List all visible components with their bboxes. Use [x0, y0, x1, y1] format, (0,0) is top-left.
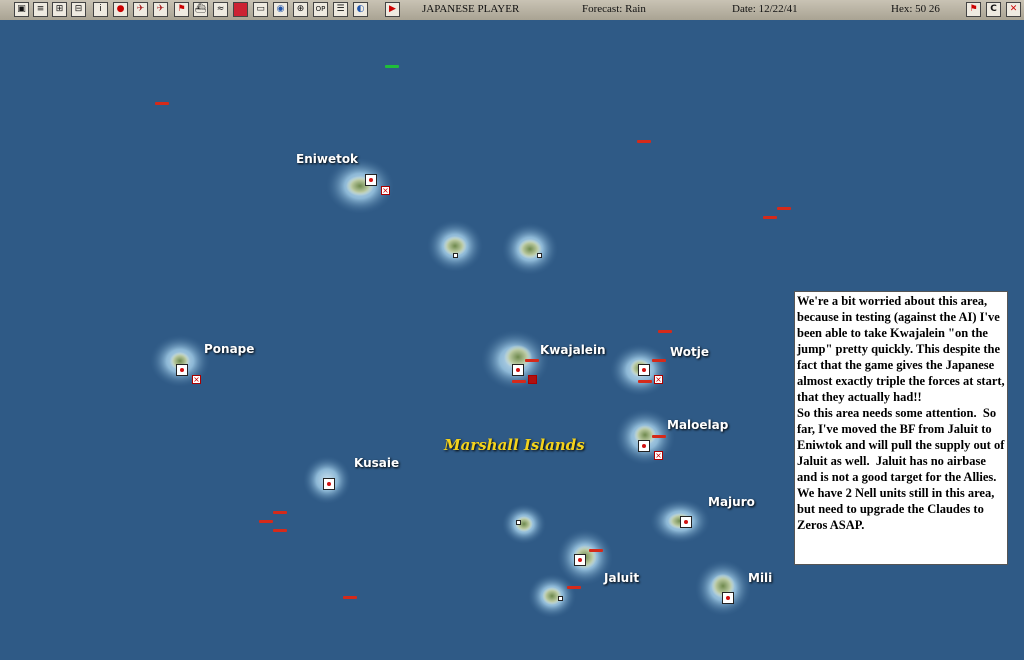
date-label: Date: 12/22/41	[732, 3, 798, 15]
player-label: JAPANESE PLAYER	[422, 3, 520, 15]
base-label-kusaie[interactable]: Kusaie	[354, 456, 399, 470]
end-turn-button[interactable]: ▶	[385, 2, 400, 17]
base-label-ponape[interactable]: Ponape	[204, 342, 254, 356]
carrier-button[interactable]	[233, 2, 248, 17]
ship-icon[interactable]	[777, 207, 791, 210]
report-button[interactable]: ≡	[33, 2, 48, 17]
airfield-icon[interactable]: ×	[381, 186, 390, 195]
enemy-ship-icon[interactable]	[385, 65, 399, 68]
map-overlay-button[interactable]: ◐	[353, 2, 368, 17]
base-marker-kusaie[interactable]	[323, 478, 335, 490]
ship-icon[interactable]	[512, 380, 526, 383]
ship-icon[interactable]	[638, 380, 652, 383]
base-marker-eniwetok[interactable]	[365, 174, 377, 186]
base-marker-kwajalein[interactable]	[512, 364, 524, 376]
airfield-icon[interactable]: ×	[192, 375, 201, 384]
cycle-button[interactable]: ⊟	[71, 2, 86, 17]
ship-icon[interactable]	[343, 596, 357, 599]
base-label-jaluit[interactable]: Jaluit	[604, 571, 639, 585]
base-marker-ponape[interactable]	[176, 364, 188, 376]
ground-button[interactable]: ◉	[273, 2, 288, 17]
mission-button[interactable]: ▭	[253, 2, 268, 17]
ship-icon[interactable]	[273, 511, 287, 514]
base-label-eniwetok[interactable]: Eniwetok	[296, 152, 358, 166]
toolbar: ▣ ≡ ⊞ ⊟ i ● ✈ ✈ ⚑ ⛴ ≈ ▭ ◉ ⊕ OP ☰ ◐ ▶ JAP…	[0, 0, 1024, 21]
submarine-button[interactable]: ≈	[213, 2, 228, 17]
base-label-maloelap[interactable]: Maloelap	[667, 418, 728, 432]
auto-button[interactable]: ⊕	[293, 2, 308, 17]
base-marker-wotje[interactable]	[638, 364, 650, 376]
hex-label: Hex: 50 26	[891, 3, 940, 15]
region-label: Marshall Islands	[444, 436, 585, 454]
dot-marker[interactable]	[516, 520, 521, 525]
dot-marker[interactable]	[453, 253, 458, 258]
airfield-icon[interactable]	[528, 375, 537, 384]
list-button[interactable]: ☰	[333, 2, 348, 17]
dot-marker[interactable]	[558, 596, 563, 601]
flag-button[interactable]: ●	[113, 2, 128, 17]
ship-icon[interactable]	[652, 435, 666, 438]
base-marker-jaluit[interactable]	[574, 554, 586, 566]
commentary-note: We're a bit worried about this area, bec…	[794, 291, 1008, 565]
air-button[interactable]: ✈	[133, 2, 148, 17]
ship-icon[interactable]	[589, 549, 603, 552]
airfield-icon[interactable]: ×	[654, 375, 663, 384]
base-label-mili[interactable]: Mili	[748, 571, 772, 585]
select-button[interactable]: ▣	[14, 2, 29, 17]
c-button[interactable]: C	[986, 2, 1001, 17]
airfield-icon[interactable]: ×	[654, 451, 663, 460]
base-marker-majuro[interactable]	[680, 516, 692, 528]
unit-button[interactable]: ⊞	[52, 2, 67, 17]
op-button[interactable]: OP	[313, 2, 328, 17]
ship-icon[interactable]	[155, 102, 169, 105]
flag-icon[interactable]: ⚑	[966, 2, 981, 17]
air-transfer-button[interactable]: ✈	[153, 2, 168, 17]
ship-icon[interactable]	[763, 216, 777, 219]
base-label-wotje[interactable]: Wotje	[670, 345, 709, 359]
close-button[interactable]: ✕	[1006, 2, 1021, 17]
ship-icon[interactable]	[658, 330, 672, 333]
base-label-kwajalein[interactable]: Kwajalein	[540, 343, 606, 357]
ship-icon[interactable]	[652, 359, 666, 362]
dot-marker[interactable]	[537, 253, 542, 258]
info-button[interactable]: i	[93, 2, 108, 17]
forecast-label: Forecast: Rain	[582, 3, 646, 15]
ship-button[interactable]: ⛴	[193, 2, 208, 17]
ship-icon[interactable]	[525, 359, 539, 362]
waypoint-button[interactable]: ⚑	[174, 2, 189, 17]
ship-icon[interactable]	[273, 529, 287, 532]
ship-icon[interactable]	[637, 140, 651, 143]
base-marker-maloelap[interactable]	[638, 440, 650, 452]
ship-icon[interactable]	[567, 586, 581, 589]
base-label-majuro[interactable]: Majuro	[708, 495, 755, 509]
ship-icon[interactable]	[259, 520, 273, 523]
base-marker-mili[interactable]	[722, 592, 734, 604]
